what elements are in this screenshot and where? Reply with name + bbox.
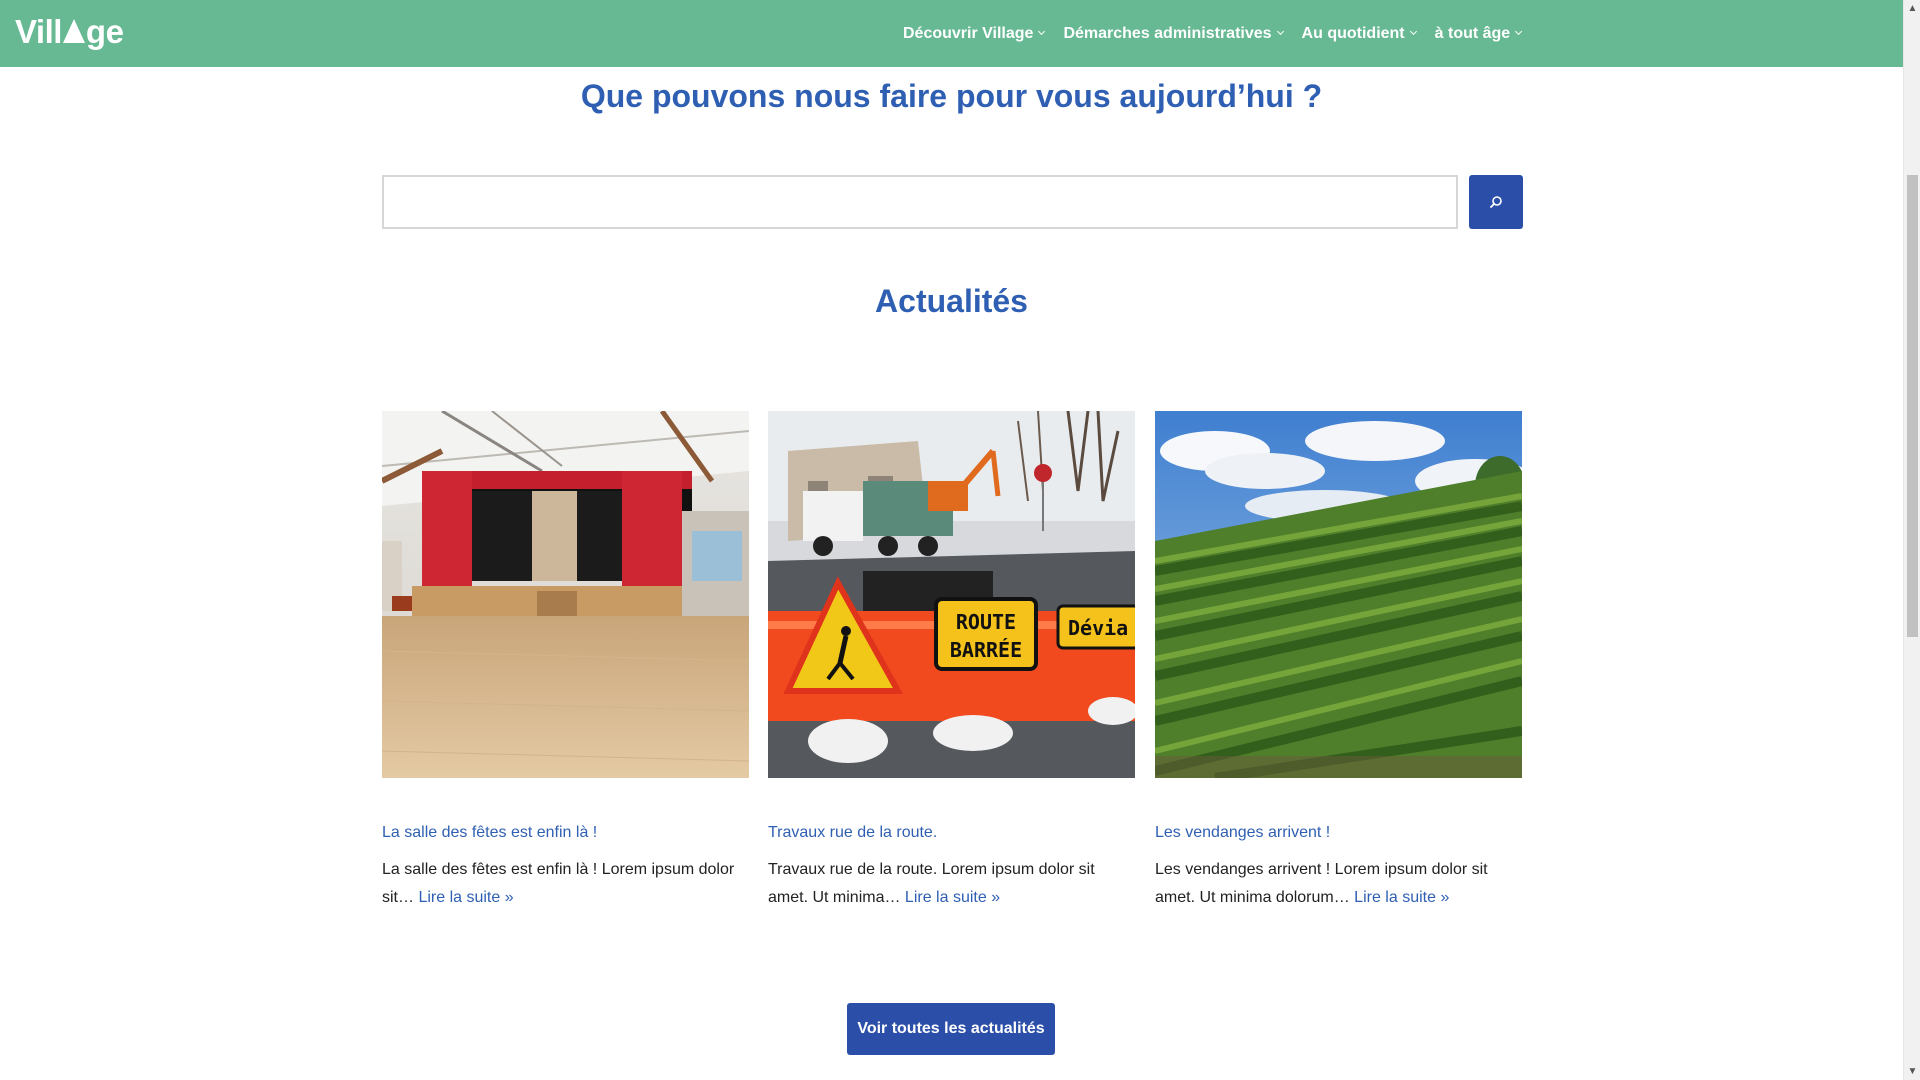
community-hall-stage-image[interactable] — [382, 411, 749, 778]
search-icon — [1490, 196, 1502, 208]
vineyard-image[interactable] — [1155, 411, 1522, 778]
read-more-link[interactable]: Lire la suite » — [1354, 889, 1449, 906]
read-more-link[interactable]: Lire la suite » — [418, 889, 513, 906]
sign-deviation-text: Dévia — [1068, 616, 1128, 640]
logo-triangle-icon — [62, 19, 85, 43]
read-more-link[interactable]: Lire la suite » — [905, 889, 1000, 906]
news-card-title[interactable]: Les vendanges arrivent ! — [1155, 824, 1330, 842]
page-scrollbar[interactable]: ▲ ▼ — [1903, 0, 1920, 1080]
search-button[interactable] — [1469, 175, 1523, 229]
sign-barree-text: BARRÉE — [950, 638, 1022, 662]
nav-item-label: Découvrir Village — [903, 24, 1034, 42]
scroll-down-arrow-icon[interactable]: ▼ — [1904, 1063, 1920, 1080]
news-card-title[interactable]: La salle des fêtes est enfin là ! — [382, 824, 597, 842]
chevron-down-icon — [1515, 27, 1523, 36]
news-card-excerpt: Travaux rue de la route. Lorem ipsum dol… — [768, 856, 1135, 912]
news-card-excerpt: Les vendanges arrivent ! Lorem ipsum dol… — [1155, 856, 1522, 912]
nav-item-au-quotidient[interactable]: Au quotidient — [1301, 24, 1417, 43]
nav-item-label: Démarches administratives — [1063, 24, 1272, 42]
site-header: Vill ge Découvrir Village Démarches admin… — [0, 0, 1903, 67]
news-card-title[interactable]: Travaux rue de la route. — [768, 824, 937, 842]
nav-item-decouvrir-village[interactable]: Découvrir Village — [903, 24, 1046, 43]
scroll-up-arrow-icon[interactable]: ▲ — [1904, 0, 1920, 17]
logo-text-right: ge — [85, 13, 124, 50]
main-navigation: Découvrir Village Démarches administrati… — [903, 0, 1540, 67]
page-title: Que pouvons nous faire pour vous aujourd… — [580, 78, 1323, 114]
road-works-image[interactable]: ROUTE BARRÉE Dévia — [768, 411, 1135, 778]
news-card[interactable]: ROUTE BARRÉE Dévia — [768, 411, 1135, 778]
news-card[interactable] — [382, 411, 749, 778]
news-card-excerpt: La salle des fêtes est enfin là ! Lorem … — [382, 856, 749, 912]
nav-item-label: Au quotidient — [1301, 24, 1405, 42]
nav-item-demarches-administratives[interactable]: Démarches administratives — [1063, 24, 1284, 43]
sign-route-text: ROUTE — [956, 610, 1016, 634]
chevron-down-icon — [1409, 27, 1417, 36]
news-card[interactable] — [1155, 411, 1522, 778]
nav-item-label: à tout âge — [1434, 24, 1511, 42]
nav-item-a-tout-age[interactable]: à tout âge — [1434, 24, 1523, 43]
search-input[interactable] — [382, 175, 1458, 229]
news-section-title: Actualités — [875, 283, 1028, 319]
chevron-down-icon — [1038, 27, 1046, 36]
site-logo[interactable]: Vill ge — [15, 12, 124, 52]
scrollbar-thumb[interactable] — [1907, 175, 1918, 637]
chevron-down-icon — [1276, 27, 1284, 36]
logo-text-left: Vill — [15, 13, 62, 50]
all-news-button[interactable]: Voir toutes les actualités — [847, 1003, 1055, 1055]
